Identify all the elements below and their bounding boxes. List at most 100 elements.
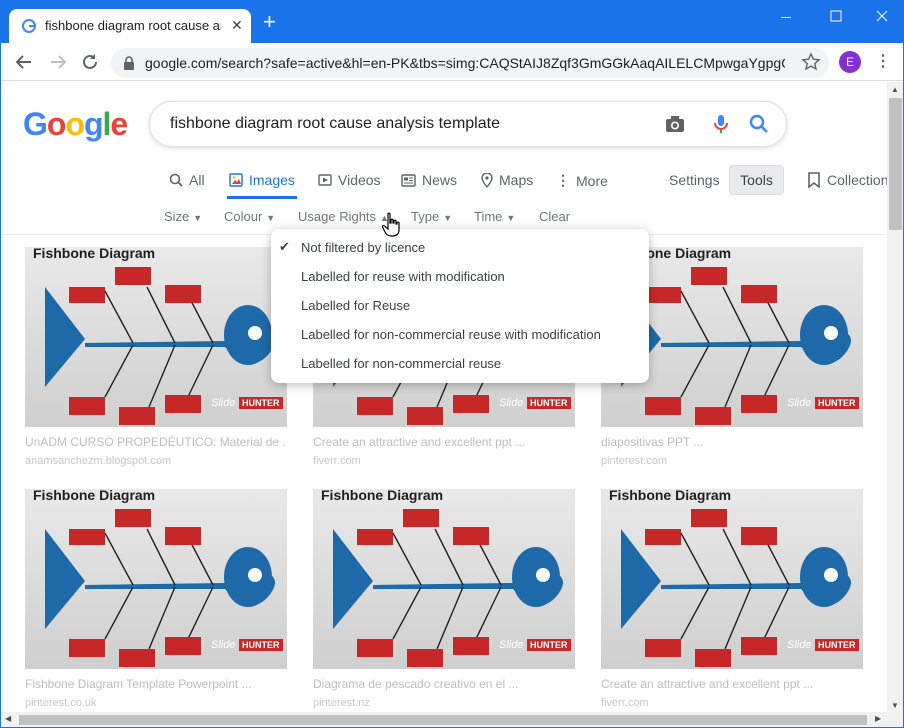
menu-item-label: Labelled for Reuse [301, 298, 411, 313]
brand-hunter: HUNTER [815, 397, 859, 409]
result-thumbnail[interactable]: Fishbone Diagram Slide HUNTER [25, 489, 287, 669]
chevron-down-icon: ▼ [193, 213, 203, 223]
search-input[interactable]: fishbone diagram root cause analysis tem… [170, 115, 500, 133]
menu-item-noncommercial-modification[interactable]: Labelled for non-commercial reuse with m… [271, 320, 649, 349]
browser-tab[interactable]: fishbone diagram root cause analysis tem… [9, 9, 251, 43]
scroll-down-icon[interactable]: ▼ [891, 701, 899, 710]
chevron-down-icon: ▼ [443, 213, 453, 223]
tab-more[interactable]: ⋮ More [556, 172, 608, 189]
filter-colour[interactable]: Colour ▼ [224, 209, 275, 224]
camera-icon[interactable] [664, 113, 686, 135]
filter-time[interactable]: Time ▼ [474, 209, 515, 224]
browser-toolbar: google.com/search?safe=active&hl=en-PK&t… [1, 43, 903, 81]
result-title[interactable]: Create an attractive and excellent ppt .… [313, 435, 575, 449]
result-source[interactable]: pinterest.nz [313, 697, 370, 709]
filter-type[interactable]: Type ▼ [411, 209, 452, 224]
microphone-icon[interactable] [710, 113, 732, 135]
menu-item-label: Labelled for non-commercial reuse [301, 356, 502, 371]
scroll-right-icon[interactable]: ▶ [875, 714, 881, 723]
lock-icon [124, 56, 134, 70]
menu-item-reuse[interactable]: Labelled for Reuse [271, 291, 649, 320]
new-tab-button[interactable]: + [263, 11, 276, 33]
menu-item-label: Labelled for reuse with modification [301, 269, 505, 284]
result-title[interactable]: Fishbone Diagram Template Powerpoint ... [25, 677, 287, 691]
browser-menu-icon[interactable]: ⋮ [875, 51, 891, 71]
logo-letter: G [23, 106, 48, 142]
tools-button[interactable]: Tools [729, 165, 784, 195]
url-text: google.com/search?safe=active&hl=en-PK&t… [145, 55, 785, 71]
tab-all[interactable]: All [169, 172, 205, 188]
tab-images[interactable]: Images [229, 172, 295, 188]
tab-label: Maps [499, 172, 534, 188]
vertical-scroll-thumb[interactable] [889, 98, 902, 230]
result-title[interactable]: Create an attractive and excellent ppt .… [601, 677, 863, 691]
result-source[interactable]: pinterest.com [601, 455, 667, 467]
result-thumbnail[interactable]: Fishbone Diagram Slide HUNTER [601, 489, 863, 669]
collections-label: Collections [827, 172, 887, 188]
active-tab-indicator [227, 196, 297, 199]
search-box[interactable]: fishbone diagram root cause analysis tem… [149, 101, 787, 147]
filter-label: Colour [224, 209, 263, 224]
result-title[interactable]: UnADM CURSO PROPEDÉUTICO: Material de ..… [25, 435, 287, 449]
menu-item-not-filtered[interactable]: ✔ Not filtered by licence [271, 233, 649, 262]
settings-link[interactable]: Settings [669, 172, 720, 188]
window-close-icon[interactable] [867, 7, 897, 27]
scroll-up-icon[interactable]: ▲ [891, 85, 899, 94]
maximize-icon[interactable] [821, 7, 851, 27]
result-thumbnail[interactable]: Fishbone Diagram Slide HUNTER [313, 489, 575, 669]
brand-hunter: HUNTER [527, 397, 571, 409]
brand-hunter: HUNTER [239, 639, 283, 651]
filter-clear[interactable]: Clear [539, 209, 570, 224]
tab-label: News [422, 172, 458, 188]
tab-close-icon[interactable]: ✕ [231, 17, 243, 34]
filter-label: Time [474, 209, 503, 224]
result-source[interactable]: fiverr.com [313, 455, 361, 467]
menu-item-noncommercial[interactable]: Labelled for non-commercial reuse [271, 349, 649, 378]
more-vertical-icon: ⋮ [556, 172, 570, 188]
result-thumbnail[interactable]: Fishbone Diagram Slide HUNTER [25, 247, 287, 427]
news-icon [401, 173, 416, 187]
map-pin-icon [481, 172, 493, 188]
collections-link[interactable]: Collections [807, 172, 887, 188]
google-logo[interactable]: Google [23, 106, 128, 143]
tab-news[interactable]: News [401, 172, 457, 188]
brand-slide: Slide [787, 639, 812, 651]
bookmark-star-icon[interactable] [801, 52, 821, 72]
minimize-icon[interactable] [771, 7, 801, 27]
search-icon[interactable] [748, 113, 770, 135]
thumbnail-heading: Fishbone Diagram [609, 489, 732, 503]
result-title[interactable]: Diagrama de pescado creativo en el ... [313, 677, 575, 691]
video-icon [318, 174, 332, 186]
logo-letter: e [110, 106, 128, 142]
menu-item-label: Labelled for non-commercial reuse with m… [301, 327, 601, 342]
back-arrow-icon[interactable] [13, 51, 35, 73]
thumbnail-heading: Fishbone Diagram [321, 489, 444, 503]
result-source[interactable]: pinterest.co.uk [25, 697, 97, 709]
thumbnail-heading: Fishbone Diagram [33, 489, 156, 503]
scroll-left-icon[interactable]: ◀ [5, 714, 11, 723]
tab-strip: fishbone diagram root cause analysis tem… [1, 1, 903, 43]
forward-arrow-icon[interactable] [47, 51, 69, 73]
result-source[interactable]: anamsanchezm.blogspot.com [25, 455, 171, 467]
result-source[interactable]: fiverr.com [601, 697, 649, 709]
tab-videos[interactable]: Videos [318, 172, 381, 188]
horizontal-scroll-thumb[interactable] [19, 715, 867, 725]
address-bar[interactable]: google.com/search?safe=active&hl=en-PK&t… [111, 48, 829, 78]
brand-slide: Slide [499, 397, 524, 409]
menu-item-reuse-modification[interactable]: Labelled for reuse with modification [271, 262, 649, 291]
chevron-down-icon: ▼ [506, 213, 516, 223]
browser-window: fishbone diagram root cause analysis tem… [0, 0, 904, 728]
usage-rights-menu: ✔ Not filtered by licence Labelled for r… [271, 229, 649, 383]
filter-label: Usage Rights [298, 209, 377, 224]
result-title[interactable]: diapositivas PPT ... [601, 435, 863, 449]
tab-label: Videos [338, 172, 381, 188]
google-favicon-icon [22, 19, 36, 33]
brand-slide: Slide [499, 639, 524, 651]
tab-maps[interactable]: Maps [481, 172, 533, 188]
chevron-down-icon: ▼ [266, 213, 276, 223]
brand-slide: Slide [211, 639, 236, 651]
filter-size[interactable]: Size ▼ [164, 209, 202, 224]
reload-icon[interactable] [79, 51, 101, 73]
profile-avatar[interactable]: E [839, 51, 861, 73]
filter-usage-rights[interactable]: Usage Rights ▲ [298, 209, 389, 224]
